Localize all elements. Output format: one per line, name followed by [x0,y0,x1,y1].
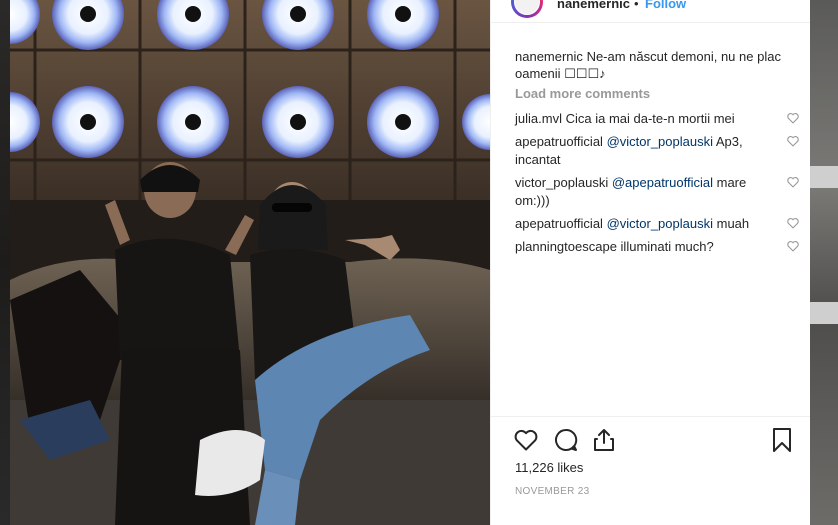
comment-item: planningtoescape illuminati much? [515,238,799,256]
post-date[interactable]: NOVEMBER 23 [515,486,589,497]
comment-like-heart-icon[interactable] [786,217,800,229]
comment-username[interactable]: victor_poplauski [515,175,608,190]
background-next-arrow-area [810,166,838,188]
speech-bubble-icon[interactable] [553,427,579,453]
comment-mention[interactable]: @victor_poplauski [607,134,713,149]
caption-username[interactable]: nanemernic [515,49,583,64]
background-next-arrow-area-2 [810,302,838,324]
header-separator: • [634,0,639,11]
bookmark-icon[interactable] [769,427,795,453]
load-more-comments-button[interactable]: Load more comments [515,86,790,101]
comment-mention[interactable]: @victor_poplauski [607,216,713,231]
comment-like-heart-icon[interactable] [786,135,800,147]
comment-username[interactable]: apepatruofficial [515,216,603,231]
post-photo[interactable] [10,0,490,525]
background-right-strip [810,0,838,525]
photo-illustration [10,0,490,525]
comment-username[interactable]: planningtoescape [515,239,617,254]
comment-like-heart-icon[interactable] [786,176,800,188]
comment-like-heart-icon[interactable] [786,112,800,124]
comment-item: victor_poplauski @apepatruofficial mare … [515,174,799,210]
follow-button[interactable]: Follow [645,0,686,11]
comment-username[interactable]: apepatruofficial [515,134,603,149]
comment-mention[interactable]: @apepatruofficial [612,175,713,190]
post-caption: nanemernic Ne-am născut demoni, nu ne pl… [515,48,790,82]
post-details-panel: nanemernic • Follow nanemernic Ne-am năs… [490,0,810,525]
comment-like-heart-icon[interactable] [786,240,800,252]
share-upload-icon[interactable] [591,427,617,453]
comments-list: nanemernic Ne-am născut demoni, nu ne pl… [515,48,799,261]
heart-outline-icon[interactable] [513,427,539,453]
comment-username[interactable]: julia.mvl [515,111,562,126]
post-actions-bar [491,416,810,452]
post-header: nanemernic • Follow [491,0,810,23]
comment-text: Cica ia mai da-te-n mortii mei [565,111,735,126]
avatar[interactable] [511,0,543,18]
comment-item: julia.mvl Cica ia mai da-te-n mortii mei [515,110,799,128]
comment-text: muah [716,216,750,231]
comment-item: apepatruofficial @victor_poplauski muah [515,215,799,233]
comment-item: apepatruofficial @victor_poplauski Ap3, … [515,133,799,169]
post-modal: nanemernic • Follow nanemernic Ne-am năs… [10,0,810,525]
comment-text: illuminati much? [620,239,714,254]
header-username[interactable]: nanemernic [557,0,630,11]
likes-count[interactable]: 11,226 likes [515,460,583,475]
